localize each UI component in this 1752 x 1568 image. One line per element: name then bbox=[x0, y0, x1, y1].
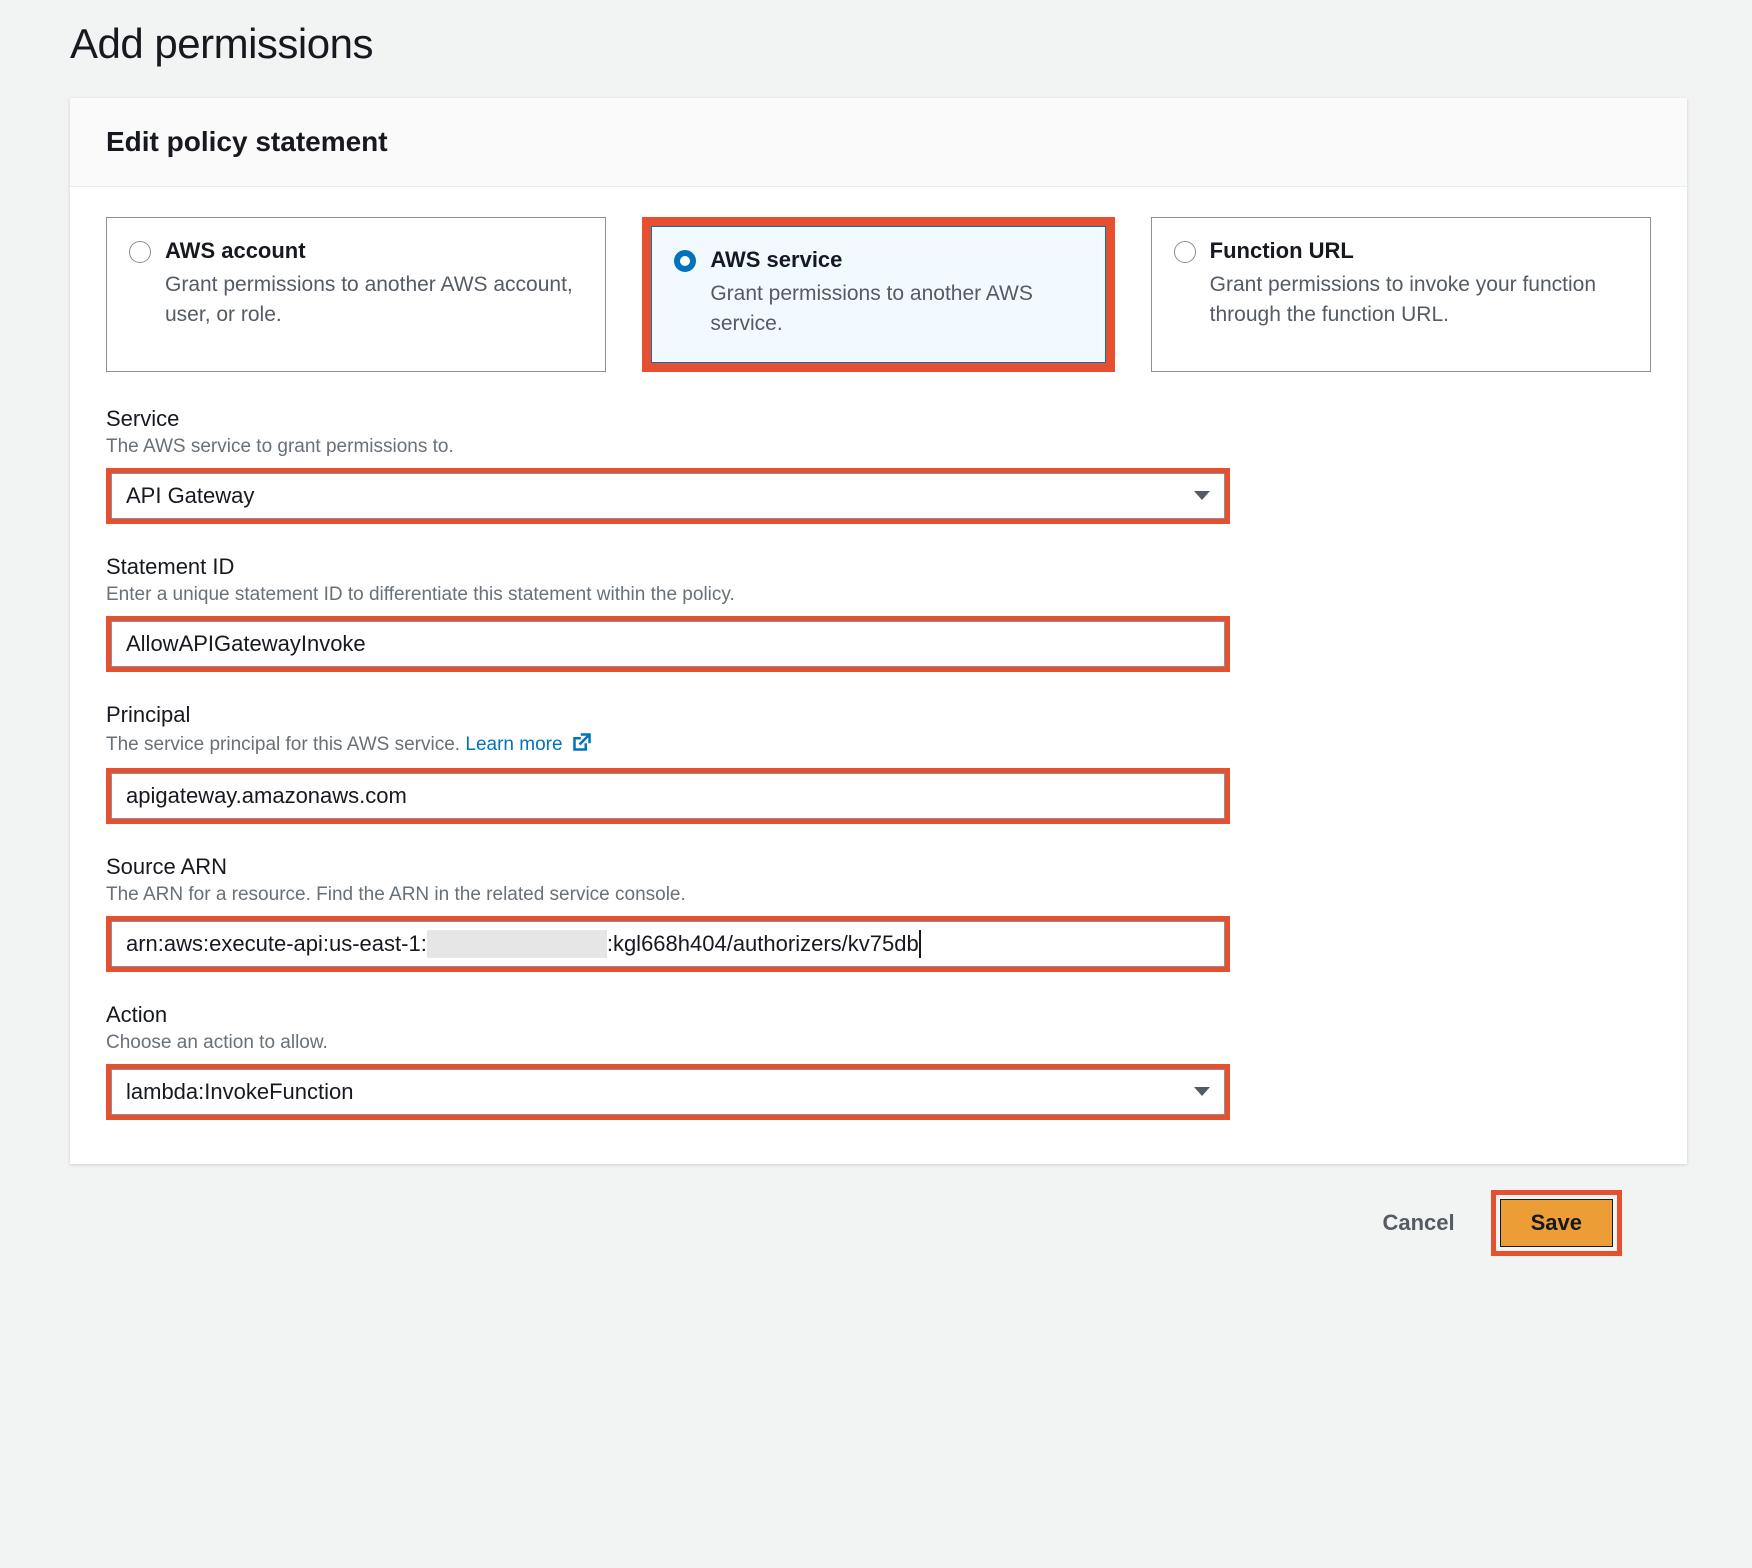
radio-title: Function URL bbox=[1210, 238, 1628, 264]
caret-down-icon bbox=[1194, 491, 1210, 500]
highlight-box: lambda:InvokeFunction bbox=[106, 1064, 1230, 1120]
panel-heading: Edit policy statement bbox=[106, 126, 1651, 158]
action-label: Action bbox=[106, 1002, 1651, 1028]
panel-header: Edit policy statement bbox=[70, 98, 1687, 187]
radio-aws-account[interactable]: AWS account Grant permissions to another… bbox=[106, 217, 606, 372]
action-select[interactable]: lambda:InvokeFunction bbox=[111, 1069, 1225, 1115]
service-label: Service bbox=[106, 406, 1651, 432]
radio-aws-service[interactable]: AWS service Grant permissions to another… bbox=[651, 226, 1105, 363]
service-value: API Gateway bbox=[126, 483, 254, 509]
principal-help: The service principal for this AWS servi… bbox=[106, 732, 1651, 758]
radio-desc: Grant permissions to invoke your functio… bbox=[1210, 270, 1628, 331]
radio-icon bbox=[1174, 241, 1196, 263]
save-button[interactable]: Save bbox=[1500, 1199, 1613, 1247]
highlight-box: AWS service Grant permissions to another… bbox=[642, 217, 1114, 372]
radio-desc: Grant permissions to another AWS account… bbox=[165, 270, 583, 331]
source-arn-input[interactable]: arn:aws:execute-api:us-east-1: :kgl668h4… bbox=[111, 921, 1225, 967]
radio-title: AWS service bbox=[710, 247, 1082, 273]
highlight-box bbox=[106, 768, 1230, 824]
external-link-icon bbox=[572, 732, 592, 758]
radio-icon bbox=[129, 241, 151, 263]
statement-id-label: Statement ID bbox=[106, 554, 1651, 580]
radio-function-url[interactable]: Function URL Grant permissions to invoke… bbox=[1151, 217, 1651, 372]
highlight-box: arn:aws:execute-api:us-east-1: :kgl668h4… bbox=[106, 916, 1230, 972]
highlight-box: API Gateway bbox=[106, 468, 1230, 524]
highlight-box: Save bbox=[1491, 1190, 1622, 1256]
radio-icon bbox=[674, 250, 696, 272]
page-title: Add permissions bbox=[70, 20, 1687, 68]
action-group: Action Choose an action to allow. lambda… bbox=[106, 1002, 1651, 1120]
redacted-account-id bbox=[427, 930, 607, 958]
radio-desc: Grant permissions to another AWS service… bbox=[710, 279, 1082, 340]
learn-more-link[interactable]: Learn more bbox=[465, 734, 591, 755]
service-help: The AWS service to grant permissions to. bbox=[106, 436, 1651, 458]
source-arn-help: The ARN for a resource. Find the ARN in … bbox=[106, 884, 1651, 906]
caret-down-icon bbox=[1194, 1087, 1210, 1096]
policy-type-radio-group: AWS account Grant permissions to another… bbox=[106, 217, 1651, 372]
radio-title: AWS account bbox=[165, 238, 583, 264]
footer-actions: Cancel Save bbox=[70, 1164, 1687, 1266]
action-help: Choose an action to allow. bbox=[106, 1032, 1651, 1054]
arn-prefix: arn:aws:execute-api:us-east-1: bbox=[126, 931, 427, 957]
statement-id-group: Statement ID Enter a unique statement ID… bbox=[106, 554, 1651, 672]
service-select[interactable]: API Gateway bbox=[111, 473, 1225, 519]
action-value: lambda:InvokeFunction bbox=[126, 1079, 353, 1105]
text-cursor bbox=[919, 930, 921, 958]
principal-input[interactable] bbox=[111, 773, 1225, 819]
arn-suffix: :kgl668h404/authorizers/kv75db bbox=[607, 931, 919, 957]
source-arn-label: Source ARN bbox=[106, 854, 1651, 880]
policy-panel: Edit policy statement AWS account Grant … bbox=[70, 98, 1687, 1164]
principal-help-text: The service principal for this AWS servi… bbox=[106, 734, 460, 755]
principal-group: Principal The service principal for this… bbox=[106, 702, 1651, 824]
service-group: Service The AWS service to grant permiss… bbox=[106, 406, 1651, 524]
cancel-button[interactable]: Cancel bbox=[1374, 1200, 1462, 1246]
highlight-box bbox=[106, 616, 1230, 672]
learn-more-text: Learn more bbox=[465, 734, 562, 755]
statement-id-help: Enter a unique statement ID to different… bbox=[106, 584, 1651, 606]
statement-id-input[interactable] bbox=[111, 621, 1225, 667]
source-arn-group: Source ARN The ARN for a resource. Find … bbox=[106, 854, 1651, 972]
principal-label: Principal bbox=[106, 702, 1651, 728]
